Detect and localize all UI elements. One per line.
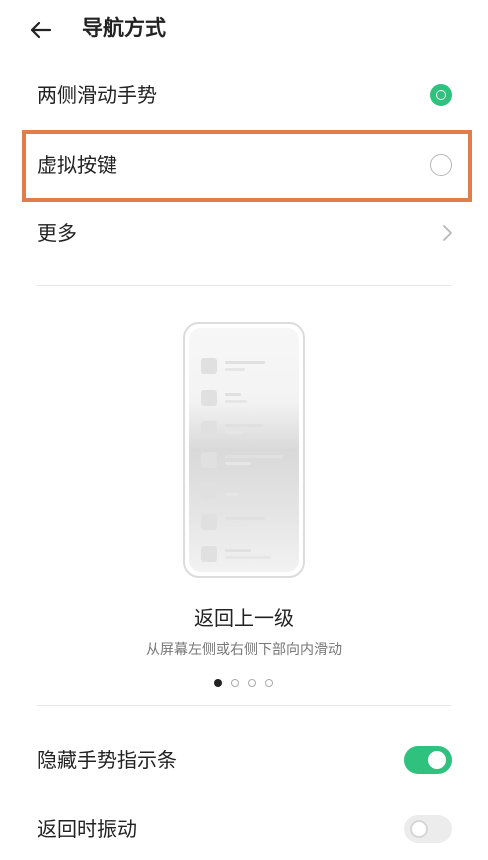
setting-label: 返回时振动	[37, 817, 137, 841]
option-label: 更多	[37, 221, 77, 245]
page-title: 导航方式	[82, 16, 166, 40]
radio-selected-icon[interactable]	[430, 84, 452, 106]
page-dot[interactable]	[265, 679, 273, 687]
option-more[interactable]: 更多	[0, 199, 488, 267]
option-label: 两侧滑动手势	[37, 83, 157, 107]
option-swipe-gestures[interactable]: 两侧滑动手势	[0, 61, 488, 129]
page-dot[interactable]	[231, 679, 239, 687]
page-dot[interactable]	[248, 679, 256, 687]
illustration-title: 返回上一级	[194, 606, 294, 630]
navigation-mode-screen: 导航方式 两侧滑动手势 虚拟按键 更多 返回上一级 从屏幕左侧或右侧下部向内滑动	[0, 0, 488, 860]
highlight-box	[22, 130, 472, 202]
phone-illustration	[183, 322, 305, 578]
setting-vibrate-on-back[interactable]: 返回时振动	[0, 795, 488, 860]
illustration-subtitle: 从屏幕左侧或右侧下部向内滑动	[146, 642, 342, 658]
divider	[37, 285, 451, 286]
page-dot-active[interactable]	[214, 679, 222, 687]
vibrate-on-back-toggle[interactable]	[404, 815, 452, 843]
back-button[interactable]	[28, 18, 60, 42]
divider	[37, 705, 451, 706]
hide-gesture-bar-toggle[interactable]	[404, 746, 452, 774]
setting-hide-gesture-bar[interactable]: 隐藏手势指示条	[0, 726, 488, 794]
arrow-left-icon	[30, 21, 52, 39]
header: 导航方式	[0, 0, 488, 60]
setting-label: 隐藏手势指示条	[37, 748, 177, 772]
chevron-right-icon	[443, 225, 452, 241]
page-indicator[interactable]	[214, 679, 274, 689]
